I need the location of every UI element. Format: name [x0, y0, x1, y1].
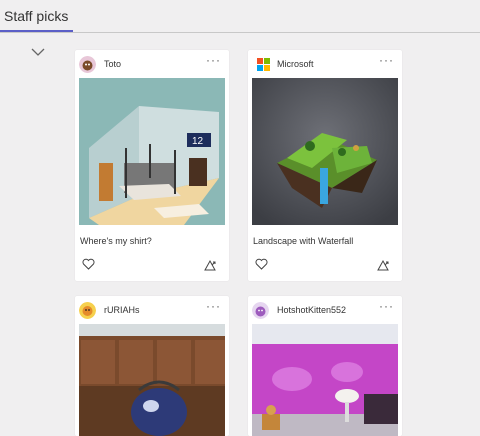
divider: [0, 32, 480, 33]
more-options-button[interactable]: ···: [379, 299, 394, 313]
card-header: Toto ···: [75, 50, 229, 78]
heart-icon[interactable]: [82, 258, 95, 270]
avatar[interactable]: [252, 302, 269, 319]
card-header: Microsoft ···: [248, 50, 402, 78]
card-header: HotshotKitten552 ···: [248, 296, 402, 324]
more-options-button[interactable]: ···: [206, 53, 221, 67]
more-options-button[interactable]: ···: [206, 299, 221, 313]
model-card[interactable]: rURIAHs ···: [75, 296, 229, 436]
chevron-down-icon[interactable]: [30, 46, 46, 58]
model-card[interactable]: Microsoft ··· Landscape with Waterfall: [248, 50, 402, 281]
model-thumbnail[interactable]: [79, 324, 225, 436]
model-card[interactable]: HotshotKitten552 ···: [248, 296, 402, 436]
remix-icon[interactable]: [203, 258, 217, 272]
model-title[interactable]: Landscape with Waterfall: [253, 236, 353, 246]
model-thumbnail[interactable]: [252, 324, 398, 436]
remix-icon[interactable]: [376, 258, 390, 272]
more-options-button[interactable]: ···: [379, 53, 394, 67]
author-name[interactable]: Toto: [104, 59, 121, 69]
model-thumbnail[interactable]: 12: [79, 78, 225, 225]
heart-icon[interactable]: [255, 258, 268, 270]
author-name[interactable]: rURIAHs: [104, 305, 140, 315]
author-name[interactable]: Microsoft: [277, 59, 314, 69]
microsoft-logo-icon[interactable]: [257, 58, 270, 71]
avatar[interactable]: [79, 302, 96, 319]
tab-staff-picks[interactable]: Staff picks: [4, 8, 68, 24]
tab-bar: Staff picks: [0, 0, 480, 34]
svg-text:12: 12: [192, 136, 204, 147]
model-card[interactable]: Toto ··· 12 Where's my shirt?: [75, 50, 229, 281]
author-name[interactable]: HotshotKitten552: [277, 305, 346, 315]
model-title[interactable]: Where's my shirt?: [80, 236, 152, 246]
card-header: rURIAHs ···: [75, 296, 229, 324]
model-thumbnail[interactable]: [252, 78, 398, 225]
avatar[interactable]: [79, 56, 96, 73]
